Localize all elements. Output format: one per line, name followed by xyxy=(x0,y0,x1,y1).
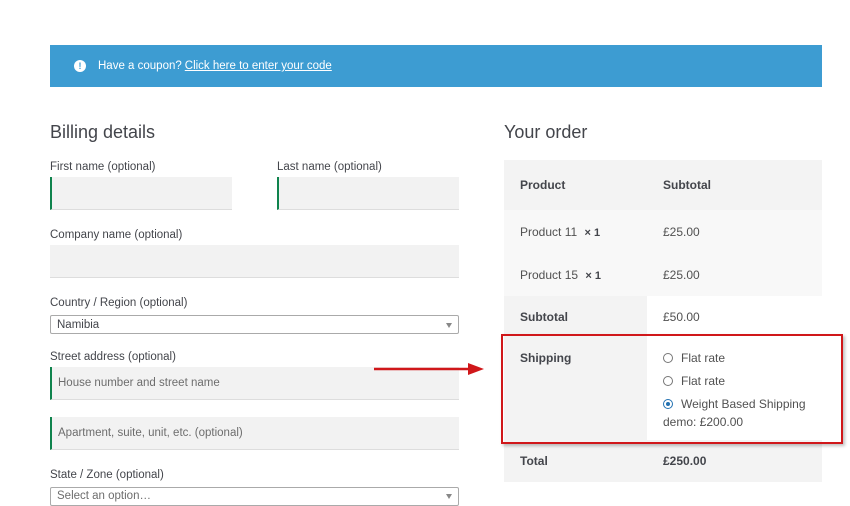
street-label: Street address (optional) xyxy=(50,351,176,363)
last-name-label: Last name (optional) xyxy=(277,161,382,173)
dropdown-caret-icon xyxy=(446,494,452,499)
state-label: State / Zone (optional) xyxy=(50,469,164,481)
subtotal-row: Subtotal £50.00 xyxy=(504,296,822,338)
item-subtotal: £25.00 xyxy=(663,225,700,239)
billing-title: Billing details xyxy=(50,122,156,142)
last-name-input[interactable] xyxy=(279,177,459,209)
first-name-field[interactable] xyxy=(50,177,232,210)
item-name: Product 11 × 1 xyxy=(520,225,601,239)
subtotal-value: £50.00 xyxy=(663,310,700,324)
header-subtotal: Subtotal xyxy=(663,178,711,192)
total-row: Total £250.00 xyxy=(504,440,822,482)
country-label: Country / Region (optional) xyxy=(50,297,188,309)
order-title: Your order xyxy=(504,122,588,142)
last-name-field[interactable] xyxy=(277,177,459,210)
company-input[interactable] xyxy=(50,245,459,277)
country-select[interactable]: Namibia xyxy=(50,315,459,334)
shipping-highlight-box xyxy=(501,334,843,444)
item-subtotal: £25.00 xyxy=(663,268,700,282)
dropdown-caret-icon xyxy=(446,322,452,328)
coupon-link[interactable]: Click here to enter your code xyxy=(185,60,332,72)
order-header-row: Product Subtotal xyxy=(504,160,822,210)
state-value: Select an option… xyxy=(57,490,151,502)
coupon-message: Have a coupon? Click here to enter your c… xyxy=(98,60,332,72)
company-field[interactable] xyxy=(50,245,459,278)
street2-input[interactable] xyxy=(52,417,459,449)
table-row: Product 15 × 1 £25.00 xyxy=(504,254,822,296)
total-label: Total xyxy=(520,454,548,468)
item-name: Product 15 × 1 xyxy=(520,268,601,282)
company-label: Company name (optional) xyxy=(50,229,183,241)
country-value: Namibia xyxy=(57,318,100,331)
header-product: Product xyxy=(520,178,566,192)
first-name-input[interactable] xyxy=(52,177,232,209)
info-icon: ! xyxy=(74,60,86,72)
coupon-notice: ! Have a coupon? Click here to enter your… xyxy=(50,45,822,87)
subtotal-label: Subtotal xyxy=(504,296,647,338)
total-value: £250.00 xyxy=(663,454,707,468)
arrow-annotation-icon xyxy=(374,363,484,375)
table-row: Product 11 × 1 £25.00 xyxy=(504,210,822,254)
first-name-label: First name (optional) xyxy=(50,161,156,173)
state-select[interactable]: Select an option… xyxy=(50,487,459,506)
street2-field[interactable] xyxy=(50,417,459,450)
